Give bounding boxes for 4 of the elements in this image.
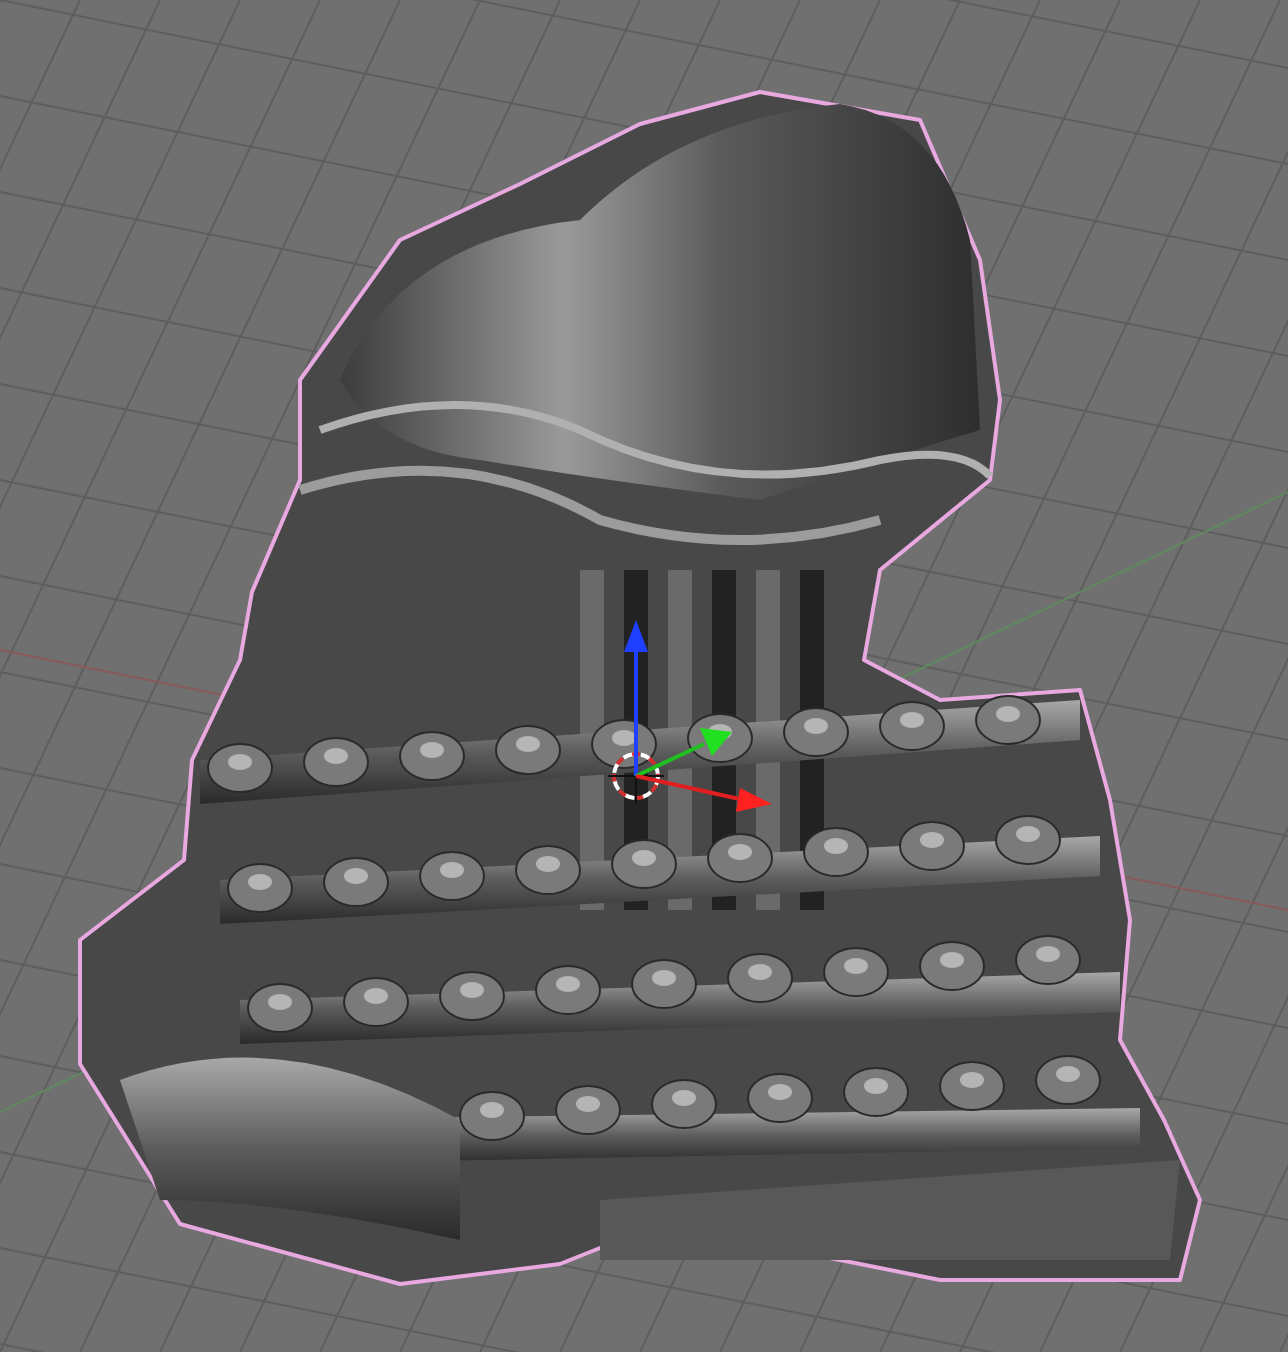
3d-cursor-icon <box>607 747 665 805</box>
transform-gizmo-icon[interactable] <box>624 620 772 812</box>
model-drawing[interactable] <box>78 90 1202 1286</box>
3d-viewport[interactable] <box>0 0 1288 1352</box>
